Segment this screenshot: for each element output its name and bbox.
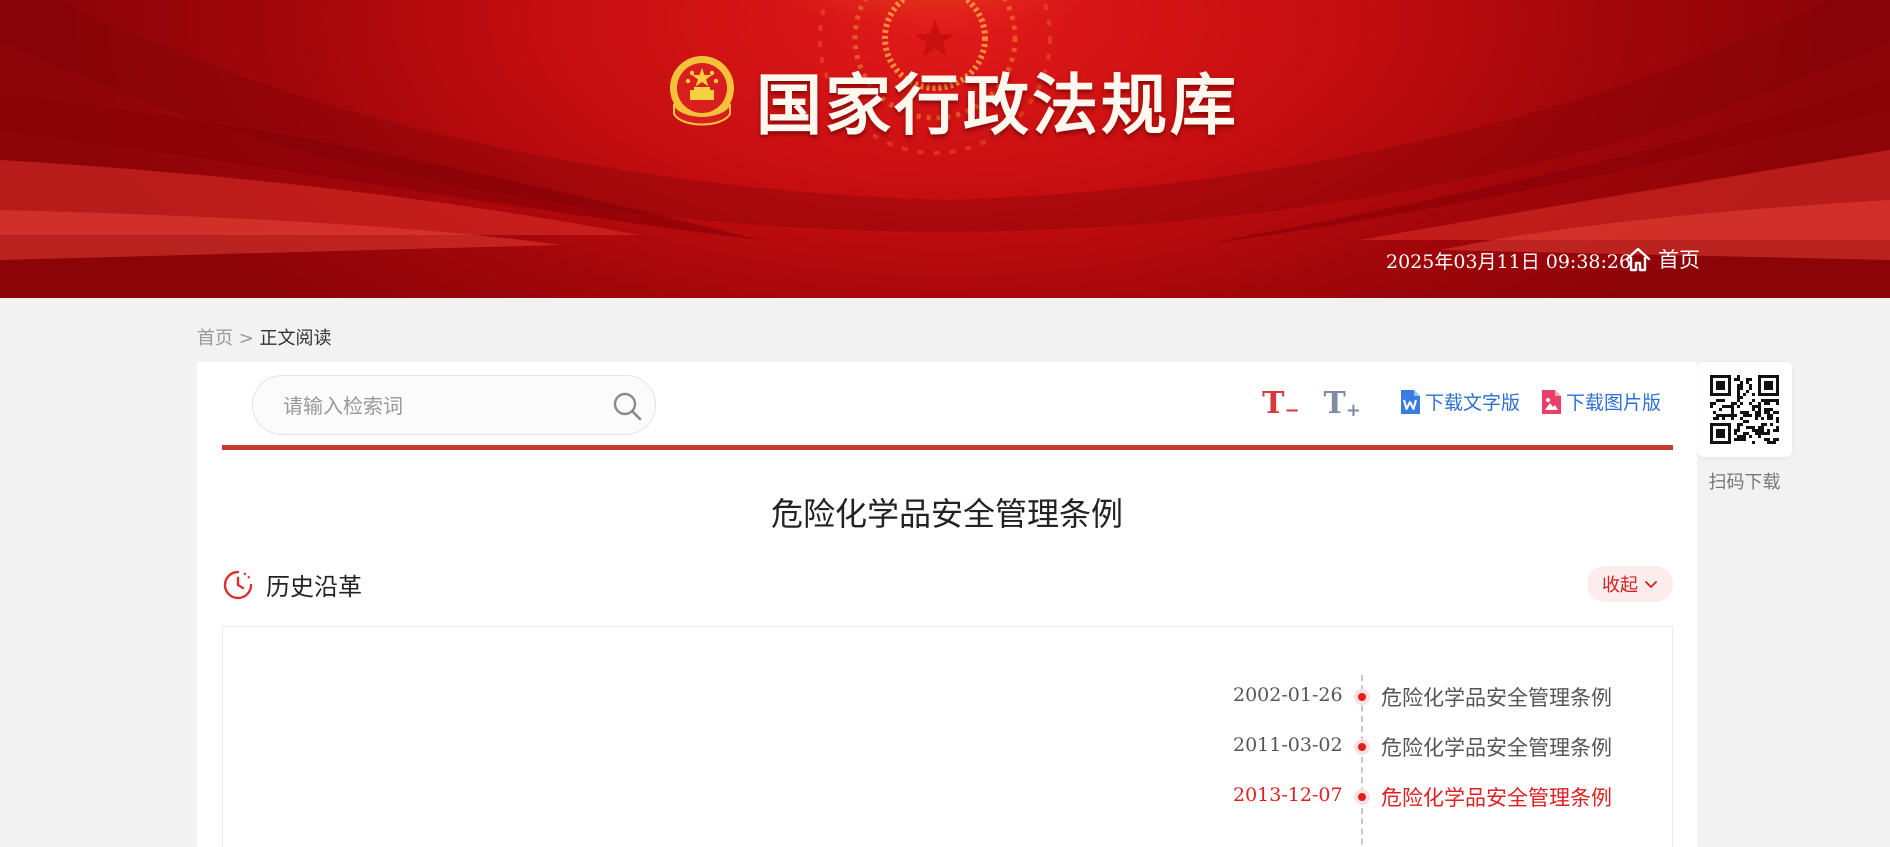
image-doc-icon [1541,389,1561,414]
breadcrumb-current: 正文阅读 [259,328,332,349]
font-increase-glyph: T [1323,386,1346,421]
current-datetime: 2025年03月11日 09:38:26 [1386,251,1632,273]
site-title: 国家行政法规库 [756,66,1239,144]
font-increase-sign: + [1345,400,1361,421]
timeline-dot [1354,689,1370,705]
history-timeline: 2002-01-26 危险化学品安全管理条例 2011-03-02 危险化学品安… [222,626,1673,847]
timeline-entry[interactable]: 2011-03-02 危险化学品安全管理条例 [223,732,1674,762]
chevron-down-icon [1645,581,1657,588]
qr-code-card [1697,362,1792,457]
breadcrumb: 首页 > 正文阅读 [197,324,332,350]
timeline-date: 2002-01-26 [1233,684,1343,706]
history-title: 历史沿革 [266,573,362,601]
timeline-entry-active[interactable]: 2013-12-07 危险化学品安全管理条例 [223,782,1674,812]
site-header: 国家行政法规库 2025年03月11日 09:38:26 首页 [0,0,1890,298]
collapse-history-button[interactable]: 收起 [1587,566,1673,602]
font-increase-button[interactable]: T+ [1324,386,1361,421]
download-text-label: 下载文字版 [1424,392,1520,414]
search-input[interactable] [283,390,603,422]
document-toolbar: T− T+ 下载文字版 下载图片版 [1262,384,1661,421]
qr-code-label: 扫码下载 [1708,472,1781,493]
qr-code-icon [1710,375,1779,444]
search-box [252,375,656,435]
word-doc-icon [1400,389,1420,414]
search-icon[interactable] [611,390,643,422]
home-icon [1625,247,1651,272]
history-clock-icon [223,570,253,599]
document-card: T− T+ 下载文字版 下载图片版 危险化学品安全管理条例 [197,362,1697,847]
timeline-law-name[interactable]: 危险化学品安全管理条例 [1381,732,1612,762]
timeline-law-name[interactable]: 危险化学品安全管理条例 [1381,682,1612,712]
collapse-label: 收起 [1602,575,1638,596]
download-image-label: 下载图片版 [1565,392,1661,414]
timeline-entry[interactable]: 2002-01-26 危险化学品安全管理条例 [223,682,1674,712]
breadcrumb-home[interactable]: 首页 [197,328,233,349]
timeline-date: 2013-12-07 [1233,784,1343,806]
download-text-button[interactable]: 下载文字版 [1399,388,1520,415]
document-title: 危险化学品安全管理条例 [770,495,1123,533]
timeline-law-name[interactable]: 危险化学品安全管理条例 [1381,782,1612,812]
timeline-dot [1354,789,1370,805]
font-decrease-button[interactable]: T− [1262,386,1299,421]
header-divider [222,445,1673,450]
national-emblem-icon [670,56,734,126]
history-section-header: 历史沿革 [222,567,362,602]
font-decrease-glyph: T [1262,386,1285,421]
download-image-button[interactable]: 下载图片版 [1540,388,1661,415]
timeline-date: 2011-03-02 [1233,734,1343,756]
breadcrumb-separator: > [233,328,260,349]
font-decrease-sign: − [1284,400,1300,421]
home-link-label: 首页 [1658,248,1700,272]
timeline-dot [1354,739,1370,755]
home-link[interactable]: 首页 [1624,244,1700,274]
